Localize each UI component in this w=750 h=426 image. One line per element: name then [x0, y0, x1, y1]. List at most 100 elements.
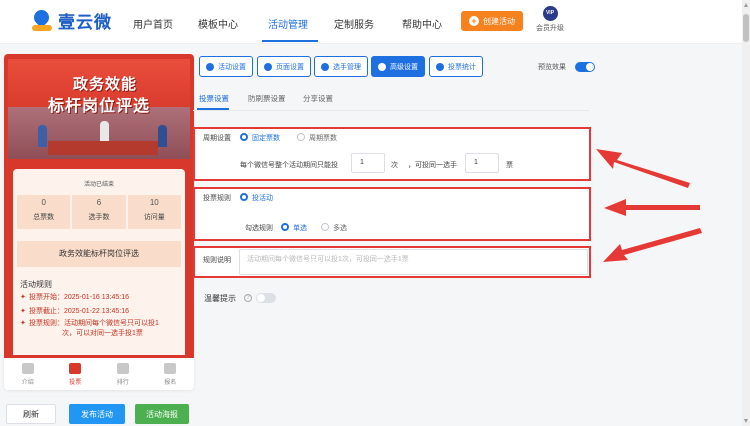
tab-vote-statistics[interactable]: 投票统计	[429, 56, 483, 77]
preview-tab-signup[interactable]: 报名	[147, 359, 195, 390]
activity-banner: 政务效能 标杆岗位评选	[8, 59, 190, 159]
radio-fixed-votes-label[interactable]: 固定票数	[252, 133, 280, 143]
limit-text-b: ，可投同一选手	[408, 162, 457, 169]
radio-multiple-choice[interactable]	[321, 223, 329, 231]
rules-title: 活动规则	[20, 280, 52, 289]
radio-periodic-votes[interactable]	[297, 133, 305, 141]
tab-label: 介绍	[21, 380, 34, 386]
nav-item-custom-service[interactable]: 定制服务	[334, 16, 374, 31]
radio-vote-activity[interactable]	[240, 193, 248, 201]
limit-unit-b: 票	[506, 162, 513, 169]
tab-label: 投票	[69, 380, 82, 386]
banner-title-line2: 标杆岗位评选	[47, 98, 150, 115]
subtab-share-settings[interactable]: 分享设置	[303, 93, 333, 104]
vip-upgrade[interactable]: VIP 会员升级	[534, 6, 566, 33]
brand-name: 壹云微	[58, 13, 112, 32]
tab-page-settings[interactable]: 页面设置	[257, 56, 311, 77]
tab-label: 报名	[164, 380, 177, 386]
star-icon: ✦	[20, 294, 26, 301]
votes-per-contestant-input[interactable]: 1	[465, 153, 499, 173]
rule-item-continued: 次，可以对同一选手投1票	[62, 330, 143, 337]
period-settings-section: 周期设置 固定票数 周期票数 每个微信号整个活动期间只能投 1 次 ，可投同一选…	[193, 127, 591, 181]
preview-tab-ranking[interactable]: 排行	[99, 359, 147, 390]
stat-total-votes: 0 总票数	[17, 195, 71, 229]
create-activity-button[interactable]: + 创建活动	[461, 11, 523, 31]
vote-rule-label: 投票规则	[203, 195, 231, 202]
preview-tab-intro[interactable]: 介绍	[4, 359, 52, 390]
preview-tab-vote[interactable]: 投票	[52, 359, 100, 390]
radio-periodic-votes-label[interactable]: 周期票数	[309, 133, 337, 143]
mobile-preview: 政务效能 标杆岗位评选 活动已结束 0 总票数 6 选手数 10 访问量 政务效…	[4, 54, 194, 390]
preview-effect-label: 预览效果	[538, 64, 566, 71]
radio-fixed-votes[interactable]	[240, 133, 248, 141]
stat-label: 选手数	[88, 214, 110, 221]
bar-chart-icon	[436, 62, 444, 71]
radio-vote-activity-label[interactable]: 投活动	[252, 193, 273, 203]
vote-rule-section: 投票规则 投活动 勾选规则 单选 多选	[193, 187, 591, 241]
nav-item-help[interactable]: 帮助中心	[402, 16, 442, 31]
scroll-down-icon[interactable]	[744, 419, 748, 423]
rule-description-section: 规则说明 活动期间每个微信号只可以投1次，可投同一选手1票	[193, 246, 591, 278]
nav-item-activity-management[interactable]: 活动管理	[268, 16, 308, 31]
tab-advanced-settings[interactable]: 高级设置	[371, 56, 425, 77]
tab-label: 排行	[116, 380, 129, 386]
activity-poster-button[interactable]: 活动海报	[135, 404, 189, 424]
tab-label: 投票统计	[448, 63, 476, 71]
nav-item-home[interactable]: 用户首页	[133, 16, 173, 31]
rule-text: 投票开始：2025-01-16 13:45:16	[29, 294, 129, 301]
plus-icon: +	[469, 16, 479, 26]
tab-label: 高级设置	[390, 63, 418, 71]
subtab-divider	[193, 110, 589, 111]
vip-upgrade-label: 会员升级	[536, 25, 564, 32]
help-icon[interactable]: ?	[244, 294, 252, 302]
stats-row: 0 总票数 6 选手数 10 访问量	[17, 195, 181, 229]
vip-badge-icon: VIP	[542, 6, 558, 21]
scrollbar-thumb[interactable]	[743, 14, 749, 42]
banner-desk	[48, 141, 158, 155]
stat-value: 0	[41, 198, 46, 207]
settings-panel: 活动设置 页面设置 选手管理 高级设置 投票统计 预览效果 投票设置 防刷票设置…	[193, 54, 613, 354]
votes-per-account-input[interactable]: 1	[351, 153, 385, 173]
activity-title: 政务效能标杆岗位评选	[17, 241, 181, 267]
create-activity-label: 创建活动	[483, 16, 515, 26]
subtab-anti-fraud[interactable]: 防刷票设置	[248, 93, 286, 104]
tab-activity-settings[interactable]: 活动设置	[199, 56, 253, 77]
rule-text: 投票规则：活动期间每个微信号只可以投1	[29, 320, 159, 327]
star-icon: ✦	[20, 320, 26, 327]
radio-single-choice-label[interactable]: 单选	[293, 223, 307, 233]
preview-effect-toggle[interactable]	[575, 62, 595, 72]
brand-logo[interactable]: 壹云微	[30, 6, 112, 33]
page: 壹云微 用户首页 模板中心 活动管理 定制服务 帮助中心 + 创建活动 VIP …	[0, 0, 750, 426]
star-icon: ✦	[20, 308, 26, 315]
top-nav-bar: 壹云微 用户首页 模板中心 活动管理 定制服务 帮助中心 + 创建活动 VIP …	[0, 0, 742, 44]
rule-item: ✦ 投票开始：2025-01-16 13:45:16	[20, 293, 129, 302]
period-settings-label: 周期设置	[203, 135, 231, 142]
tab-contestant-management[interactable]: 选手管理	[314, 56, 368, 77]
activity-status: 活动已结束	[83, 182, 114, 188]
radio-multiple-choice-label[interactable]: 多选	[333, 223, 347, 233]
scroll-up-icon[interactable]	[744, 3, 748, 7]
signup-icon	[164, 363, 177, 374]
check-rule-label: 勾选规则	[245, 225, 273, 232]
nav-item-templates[interactable]: 模板中心	[198, 16, 238, 31]
stat-value: 6	[96, 198, 102, 207]
tab-label: 页面设置	[276, 63, 304, 71]
subtab-vote-settings[interactable]: 投票设置	[199, 93, 229, 104]
refresh-button[interactable]: 刷新	[6, 404, 56, 424]
crown-icon	[116, 363, 129, 374]
banner-title-line1: 政务效能	[72, 76, 137, 93]
limit-unit-a: 次	[391, 162, 398, 169]
intro-icon	[21, 363, 34, 374]
tips-label: 温馨提示	[204, 294, 236, 303]
tab-label: 活动设置	[218, 63, 246, 71]
tab-label: 选手管理	[333, 63, 361, 71]
preview-tab-bar: 介绍 投票 排行 报名	[4, 359, 194, 390]
toggle-knob	[586, 63, 594, 71]
tips-toggle[interactable]	[256, 293, 276, 303]
vertical-scrollbar[interactable]	[742, 0, 750, 426]
settings-icon	[206, 62, 214, 71]
rule-description-textarea[interactable]: 活动期间每个微信号只可以投1次，可投同一选手1票	[239, 249, 588, 275]
sliders-icon	[378, 62, 386, 71]
radio-single-choice[interactable]	[281, 223, 289, 231]
publish-activity-button[interactable]: 发布活动	[69, 404, 125, 424]
